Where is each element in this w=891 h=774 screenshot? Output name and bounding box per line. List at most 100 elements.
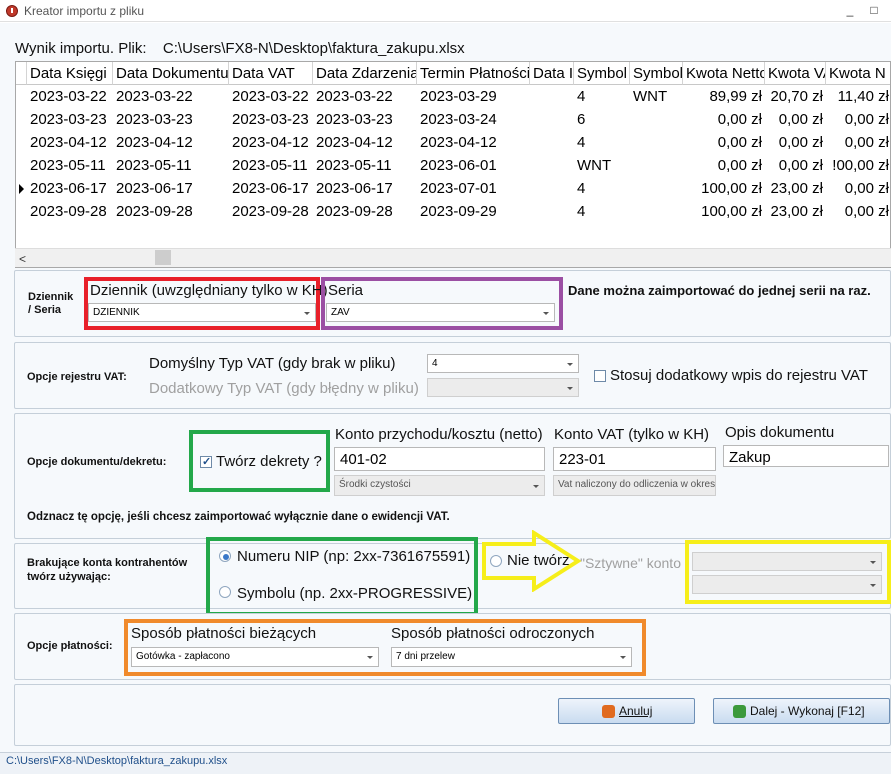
table-cell[interactable]: [530, 131, 574, 154]
minimize-button[interactable]: _: [840, 2, 860, 18]
table-cell[interactable]: [630, 131, 683, 154]
table-cell[interactable]: 2023-03-22: [113, 85, 229, 108]
table-cell[interactable]: [530, 154, 574, 177]
table-cell[interactable]: [530, 177, 574, 200]
table-cell[interactable]: 20,70 zł: [765, 85, 826, 108]
col-header[interactable]: Data VAT: [229, 62, 313, 85]
table-cell[interactable]: 2023-05-11: [313, 154, 417, 177]
table-cell[interactable]: 2023-07-01: [417, 177, 530, 200]
table-cell[interactable]: 6: [574, 108, 630, 131]
col-header[interactable]: Data Księgi: [27, 62, 113, 85]
fixed-account-select[interactable]: [692, 552, 882, 571]
table-cell[interactable]: [630, 177, 683, 200]
none-radio[interactable]: [490, 555, 502, 567]
scroll-thumb[interactable]: [155, 250, 171, 265]
table-cell[interactable]: 23,00 zł: [765, 177, 826, 200]
col-header[interactable]: Data Dokumentu: [113, 62, 229, 85]
table-row[interactable]: 2023-03-23 2023-03-23 2023-03-23 2023-03-23…: [16, 108, 890, 131]
table-cell[interactable]: 2023-03-23: [113, 108, 229, 131]
current-payment-select[interactable]: Gotówka - zapłacono: [131, 647, 379, 667]
extra-vat-entry-checkbox[interactable]: [594, 370, 606, 382]
table-cell[interactable]: 2023-03-23: [27, 108, 113, 131]
table-cell[interactable]: 4: [574, 200, 630, 223]
table-cell[interactable]: 0,00 zł: [765, 131, 826, 154]
table-cell[interactable]: 4: [574, 85, 630, 108]
none-radio-label[interactable]: Nie twórz: [507, 552, 570, 569]
table-cell[interactable]: 2023-03-23: [229, 108, 313, 131]
table-cell[interactable]: 2023-04-12: [417, 131, 530, 154]
table-cell[interactable]: [530, 108, 574, 131]
table-cell[interactable]: 2023-09-28: [113, 200, 229, 223]
extra-vat-entry-label[interactable]: Stosuj dodatkowy wpis do rejestru VAT: [610, 367, 868, 384]
seria-select[interactable]: ZAV: [326, 303, 555, 322]
table-cell[interactable]: 2023-06-17: [113, 177, 229, 200]
fixed-account-name[interactable]: [692, 575, 882, 594]
table-cell[interactable]: WNT: [574, 154, 630, 177]
cancel-button[interactable]: Anuluj: [558, 698, 695, 724]
description-input[interactable]: Zakup: [723, 445, 889, 467]
nip-radio[interactable]: [219, 550, 231, 562]
table-cell[interactable]: 2023-04-12: [229, 131, 313, 154]
table-cell[interactable]: 0,00 zł: [826, 200, 890, 223]
table-cell[interactable]: [530, 200, 574, 223]
table-cell[interactable]: [630, 200, 683, 223]
table-cell[interactable]: 89,99 zł: [683, 85, 765, 108]
col-header[interactable]: Data Zdarzenia: [313, 62, 417, 85]
table-row[interactable]: 2023-03-22 2023-03-22 2023-03-22 2023-03-22…: [16, 85, 890, 108]
table-cell[interactable]: 2023-05-11: [113, 154, 229, 177]
table-cell[interactable]: 0,00 zł: [765, 154, 826, 177]
table-cell[interactable]: 4: [574, 177, 630, 200]
create-decrees-label[interactable]: Twórz dekrety ?: [216, 453, 322, 470]
table-cell[interactable]: 2023-03-22: [229, 85, 313, 108]
table-cell[interactable]: 2023-03-23: [313, 108, 417, 131]
table-cell[interactable]: 0,00 zł: [826, 131, 890, 154]
col-header[interactable]: Kwota N: [826, 62, 890, 85]
table-cell[interactable]: 2023-09-28: [229, 200, 313, 223]
col-header[interactable]: Data I: [530, 62, 574, 85]
symbol-radio[interactable]: [219, 586, 231, 598]
table-cell[interactable]: 100,00 zł: [683, 200, 765, 223]
table-cell[interactable]: 2023-06-17: [27, 177, 113, 200]
income-account-name[interactable]: Środki czystości: [334, 475, 545, 496]
table-cell[interactable]: 0,00 zł: [683, 108, 765, 131]
table-row[interactable]: 2023-09-28 2023-09-28 2023-09-28 2023-09-28…: [16, 200, 890, 223]
col-header[interactable]: Symbol: [630, 62, 683, 85]
table-cell[interactable]: 2023-03-22: [27, 85, 113, 108]
nip-radio-label[interactable]: Numeru NIP (np: 2xx-7361675591): [237, 548, 470, 565]
maximize-button[interactable]: □: [864, 2, 884, 18]
create-decrees-checkbox[interactable]: [200, 455, 212, 468]
table-cell[interactable]: 0,00 zł: [826, 108, 890, 131]
deferred-payment-select[interactable]: 7 dni przelew: [391, 647, 632, 667]
table-cell[interactable]: 2023-05-11: [229, 154, 313, 177]
horizontal-scrollbar[interactable]: [15, 248, 891, 267]
table-cell[interactable]: [630, 154, 683, 177]
table-cell[interactable]: 2023-05-11: [27, 154, 113, 177]
income-account-input[interactable]: 401-02: [334, 447, 545, 471]
vat-account-name[interactable]: Vat naliczony do odliczenia w okresie: [553, 475, 716, 496]
table-cell[interactable]: 0,00 zł: [683, 131, 765, 154]
table-cell[interactable]: 2023-06-17: [229, 177, 313, 200]
table-cell[interactable]: 2023-03-22: [313, 85, 417, 108]
table-cell[interactable]: 2023-06-01: [417, 154, 530, 177]
table-cell[interactable]: 2023-03-24: [417, 108, 530, 131]
col-header[interactable]: Kwota VA: [765, 62, 826, 85]
table-cell[interactable]: 0,00 zł: [826, 177, 890, 200]
table-cell[interactable]: 2023-04-12: [313, 131, 417, 154]
table-cell[interactable]: 2023-04-12: [113, 131, 229, 154]
extra-vat-type-select[interactable]: [427, 378, 579, 397]
default-vat-type-select[interactable]: 4: [427, 354, 579, 373]
scroll-left-arrow[interactable]: <: [19, 252, 26, 266]
table-cell[interactable]: !00,00 zł: [826, 154, 890, 177]
table-cell[interactable]: 0,00 zł: [683, 154, 765, 177]
col-header[interactable]: Termin Płatności: [417, 62, 530, 85]
import-grid[interactable]: Data Księgi Data Dokumentu Data VAT Data…: [15, 61, 891, 268]
table-cell[interactable]: 4: [574, 131, 630, 154]
next-button[interactable]: Dalej - Wykonaj [F12]: [713, 698, 890, 724]
table-row[interactable]: 2023-04-12 2023-04-12 2023-04-12 2023-04-12…: [16, 131, 890, 154]
table-cell[interactable]: 2023-06-17: [313, 177, 417, 200]
table-cell[interactable]: [530, 85, 574, 108]
table-cell[interactable]: 2023-03-29: [417, 85, 530, 108]
table-cell[interactable]: 0,00 zł: [765, 108, 826, 131]
table-cell[interactable]: [630, 108, 683, 131]
table-cell[interactable]: 2023-04-12: [27, 131, 113, 154]
